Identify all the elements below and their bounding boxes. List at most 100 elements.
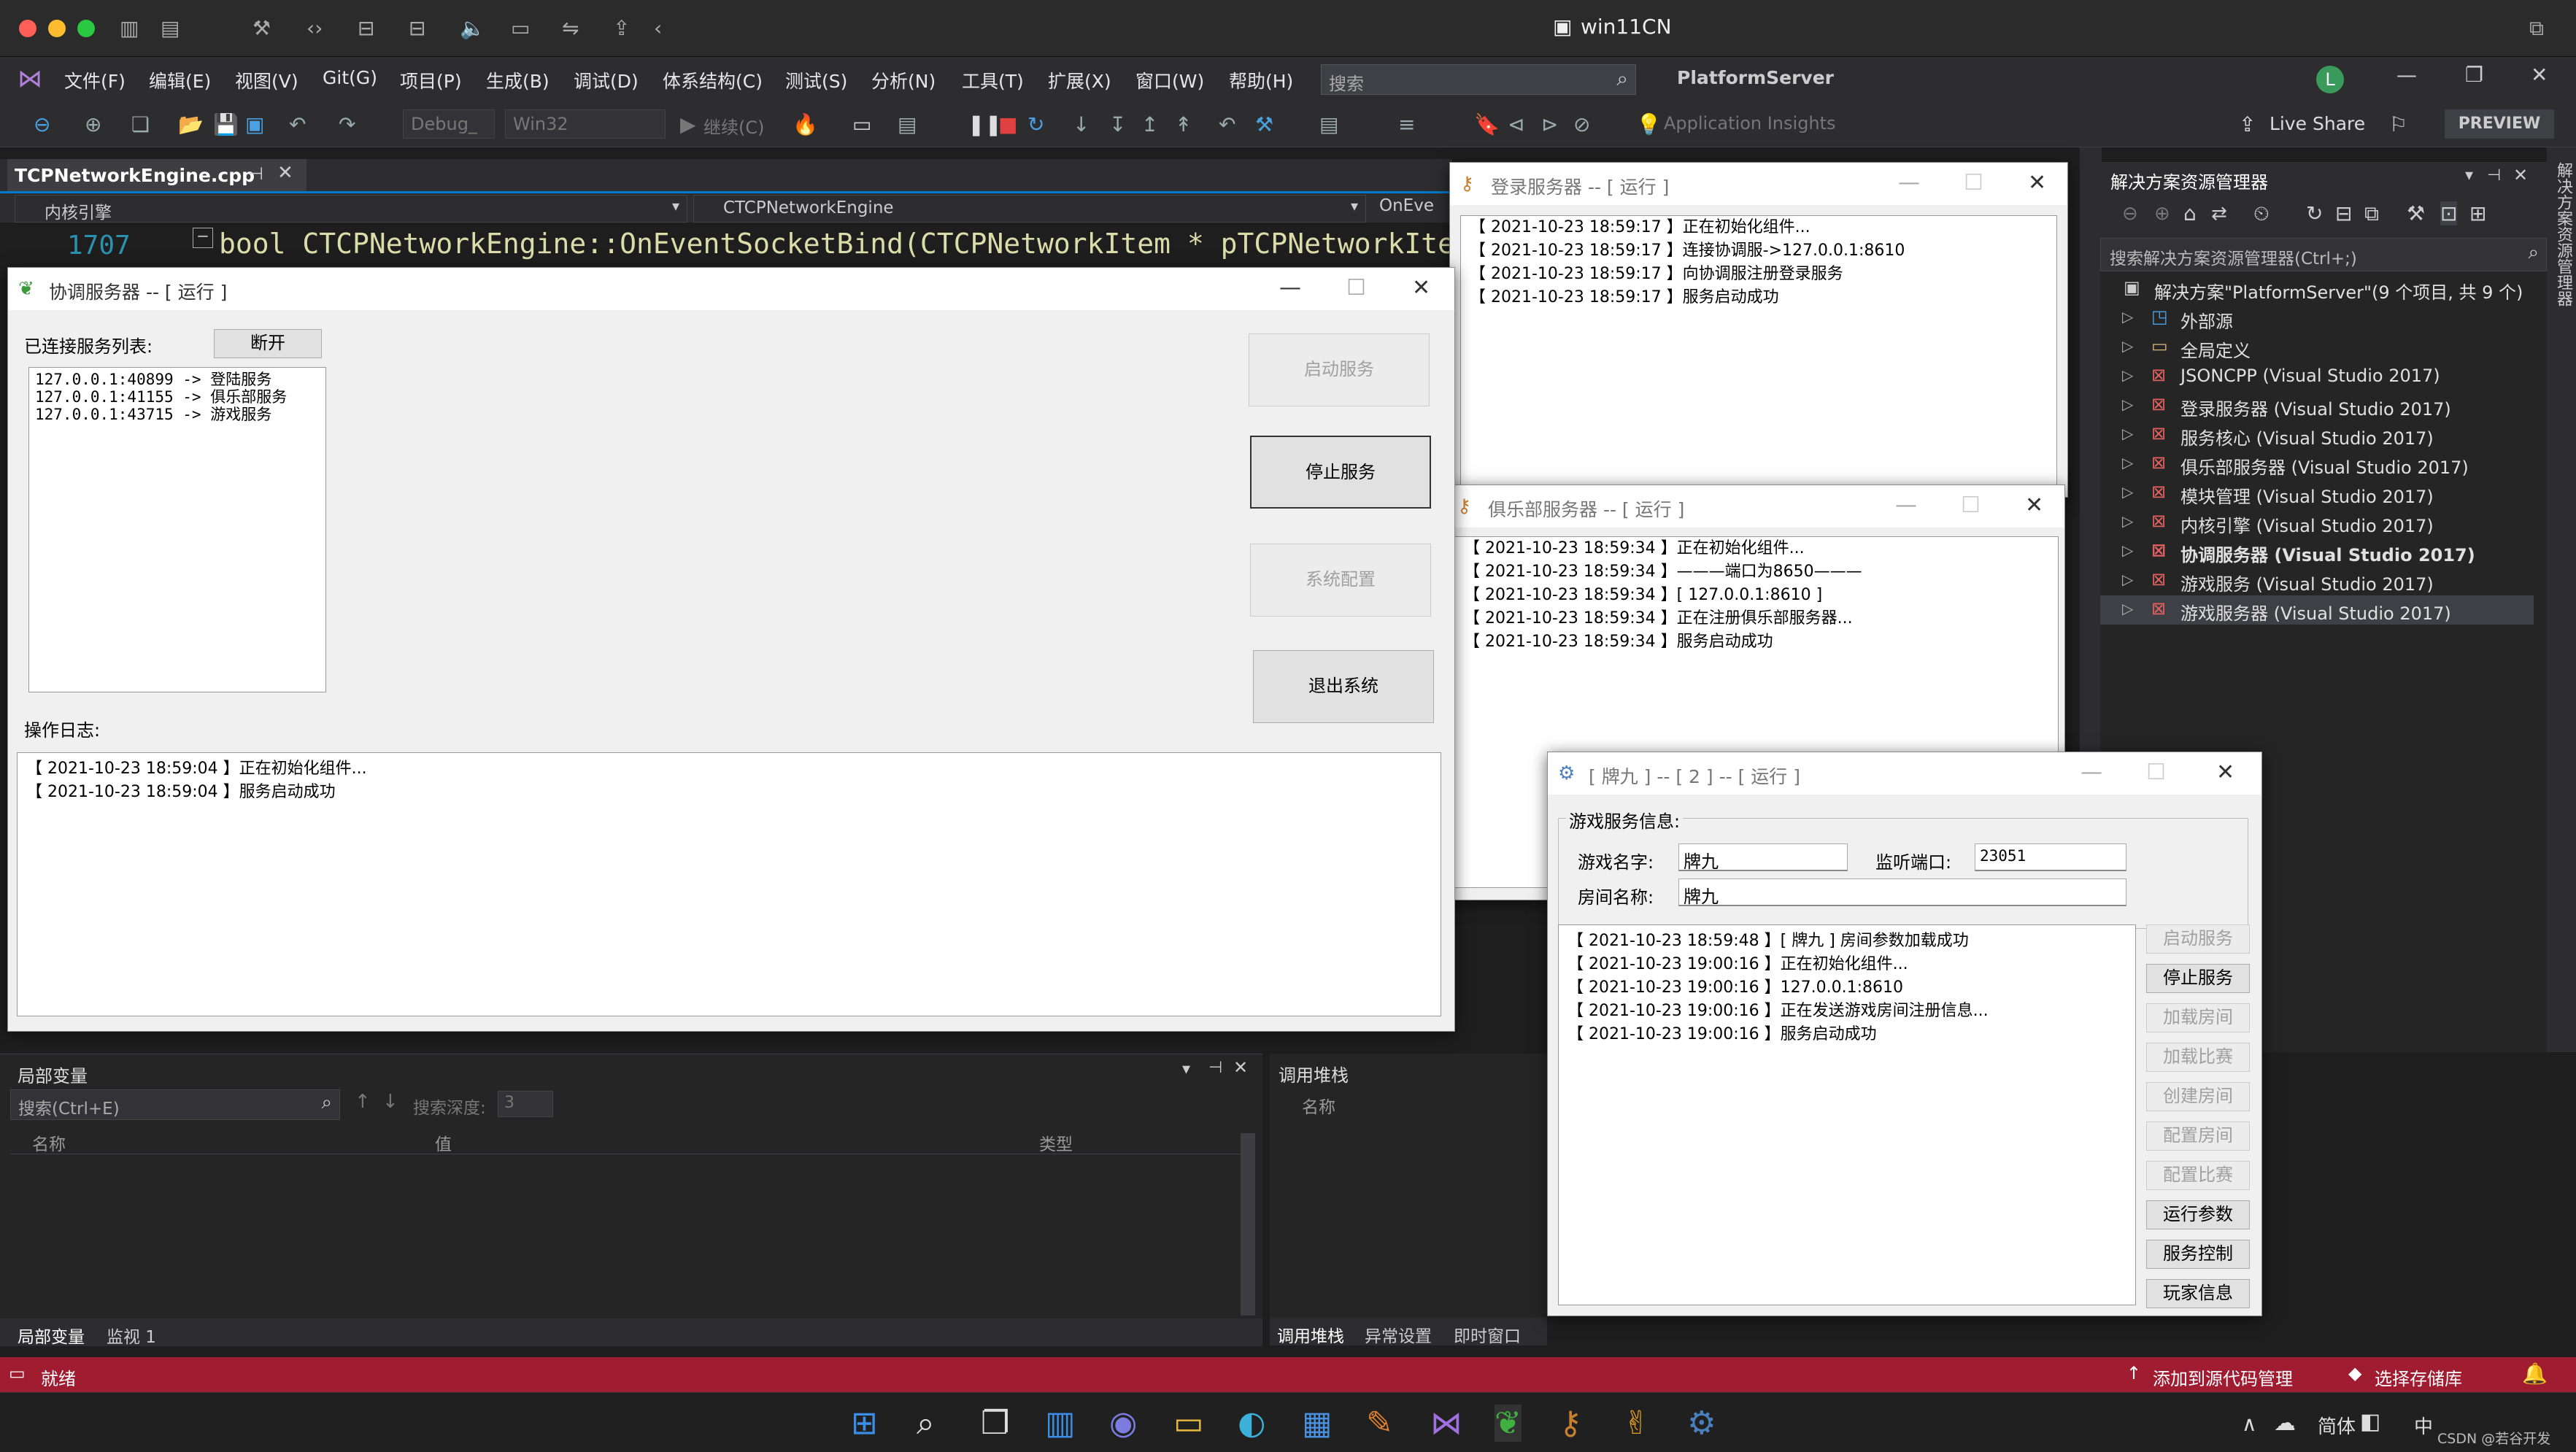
zoom-window-button[interactable] <box>77 20 95 37</box>
home-icon[interactable]: ⌂ <box>2183 201 2197 225</box>
tree-item[interactable]: ▷ ⊠ 内核引擎 (Visual Studio 2017) <box>2100 508 2538 537</box>
tree-item[interactable]: ▷ ⊠ JSONCPP (Visual Studio 2017) <box>2100 362 2538 391</box>
service-control-button[interactable]: 服务控制 <box>2146 1240 2250 1269</box>
tree-root[interactable]: ▣ 解决方案"PlatformServer"(9 个项目, 共 9 个) <box>2100 274 2538 304</box>
member-nav-label[interactable]: OnEve <box>1379 196 1434 215</box>
code-icon[interactable]: ‹› <box>306 16 323 40</box>
player-info-button[interactable]: 玩家信息 <box>2146 1279 2250 1308</box>
fullscreen-icon[interactable]: ⧉ <box>2529 16 2544 41</box>
drive-icon[interactable]: ⊟ <box>358 16 374 40</box>
start-icon[interactable]: ⊞ <box>851 1405 878 1442</box>
tree-item[interactable]: ▷ ◳ 外部源 <box>2100 304 2538 333</box>
login-server-task-icon[interactable]: ⚷ <box>1559 1405 1582 1442</box>
tab-immediate[interactable]: 即时窗口 <box>1454 1322 1521 1347</box>
menu-help[interactable]: 帮助(H) <box>1229 67 1293 93</box>
comment-icon[interactable]: ≡ <box>1398 112 1415 136</box>
expand-icon[interactable]: ▷ <box>2122 512 2133 530</box>
editor-tab[interactable]: TCPNetworkEngine.cpp ⊣ ✕ <box>7 159 306 191</box>
callstack-col-name[interactable]: 名称 <box>1302 1093 1335 1118</box>
bookmark-clear-icon[interactable]: ⊘ <box>1573 112 1590 136</box>
language-indicator[interactable]: 简体 <box>2318 1412 2356 1439</box>
store-icon[interactable]: ▦ <box>1302 1405 1333 1442</box>
pending-changes-icon[interactable]: ⏲ <box>2253 201 2270 226</box>
bookmark-icon[interactable]: 🔖 <box>1474 112 1500 136</box>
menu-analyze[interactable]: 分析(N) <box>871 67 936 93</box>
config-select[interactable]: Debug_ <box>403 109 495 139</box>
select-repo-button[interactable]: 选择存储库 <box>2375 1364 2462 1390</box>
col-type[interactable]: 类型 <box>1039 1130 1073 1155</box>
load-match-button[interactable]: 加载比赛 <box>2146 1043 2250 1072</box>
class-nav-dropdown[interactable]: CTCPNetworkEngine ▾ <box>693 195 1366 223</box>
forward-nav-icon[interactable]: ⊕ <box>85 112 101 136</box>
list-item[interactable]: 127.0.0.1:40899 -> 登陆服务 <box>35 371 325 388</box>
expand-icon[interactable]: ▷ <box>2122 337 2133 355</box>
back-nav-icon[interactable]: ⊖ <box>34 112 50 136</box>
new-project-icon[interactable]: ❏ <box>131 112 150 136</box>
printer-icon[interactable]: ⊟ <box>409 16 425 40</box>
notifications-icon[interactable]: 🔔 <box>2522 1362 2548 1386</box>
expand-icon[interactable]: ▷ <box>2122 600 2133 617</box>
close-icon[interactable]: ✕ <box>2216 760 2234 785</box>
col-name[interactable]: 名称 <box>32 1130 66 1155</box>
minimize-icon[interactable]: — <box>2396 63 2417 87</box>
file-explorer-icon[interactable]: ▭ <box>1173 1405 1204 1442</box>
menu-extensions[interactable]: 扩展(X) <box>1048 67 1111 93</box>
menu-architecture[interactable]: 体系结构(C) <box>663 67 763 93</box>
hot-reload-icon[interactable]: 🔥 <box>793 112 818 136</box>
restore-icon[interactable]: ❐ <box>2465 63 2483 87</box>
game-name-field[interactable]: 牌九 <box>1678 843 1848 872</box>
save-icon[interactable]: 💾 <box>213 112 239 136</box>
visual-studio-icon[interactable]: ⋈ <box>1430 1405 1462 1442</box>
menu-file[interactable]: 文件(F) <box>64 67 126 93</box>
chat-icon[interactable]: ◉ <box>1109 1405 1137 1442</box>
expand-icon[interactable]: ▷ <box>2122 425 2133 442</box>
minimize-icon[interactable]: — <box>1898 170 1920 196</box>
pause-icon[interactable]: ❚❚ <box>968 112 1002 136</box>
collapse-all-icon[interactable]: ⊟ <box>2335 201 2352 225</box>
tab-locals[interactable]: 局部变量 <box>18 1323 85 1348</box>
share-folder-icon[interactable]: ⇪ <box>613 16 630 40</box>
config-room-button[interactable]: 配置房间 <box>2146 1121 2250 1151</box>
tab-callstack[interactable]: 调用堆栈 <box>1277 1322 1344 1347</box>
pin-icon[interactable]: ⊣ <box>248 163 263 184</box>
feedback-icon[interactable]: ⚐ <box>2389 112 2407 136</box>
minimize-icon[interactable]: — <box>1895 493 1917 518</box>
menu-edit[interactable]: 编辑(E) <box>149 67 211 93</box>
usb-icon[interactable]: ⇋ <box>562 16 579 40</box>
chevron-down-icon[interactable]: ▾ <box>1182 1060 1190 1078</box>
tree-item[interactable]: ▷ ⊠ 俱乐部服务器 (Visual Studio 2017) <box>2100 449 2538 479</box>
tray-chevron-icon[interactable]: ∧ <box>2242 1412 2257 1436</box>
preview-icon[interactable]: ⊡ <box>2440 201 2458 225</box>
maximize-icon[interactable]: ☐ <box>2146 760 2166 785</box>
tree-item[interactable]: ▷ ⊠ 游戏服务 (Visual Studio 2017) <box>2100 566 2538 595</box>
play-icon[interactable]: ▶ <box>680 112 696 136</box>
tree-item[interactable]: ▷ ⊠ 登录服务器 (Visual Studio 2017) <box>2100 391 2538 420</box>
sidebar-icon[interactable]: ▥ <box>120 16 139 40</box>
live-share-button[interactable]: Live Share <box>2270 113 2365 134</box>
minimize-window-button[interactable] <box>48 20 66 37</box>
maximize-icon[interactable]: ☐ <box>1346 275 1366 301</box>
menu-debug[interactable]: 调试(D) <box>574 67 639 93</box>
step-out-icon[interactable]: ↥ <box>1141 112 1158 136</box>
close-icon[interactable]: ✕ <box>2028 170 2046 196</box>
tab-exception-settings[interactable]: 异常设置 <box>1365 1322 1432 1347</box>
search-depth-select[interactable]: 3 <box>498 1091 553 1117</box>
close-icon[interactable]: ✕ <box>2531 63 2548 87</box>
solution-search-box[interactable]: 搜索解决方案资源管理器(Ctrl+;) ⌕ <box>2100 238 2547 271</box>
onedrive-icon[interactable]: ☁ <box>2274 1410 2296 1436</box>
close-icon[interactable]: ✕ <box>2025 493 2043 518</box>
step-back-icon[interactable]: ↟ <box>1175 112 1192 136</box>
save-all-icon[interactable]: ▣ <box>245 112 264 136</box>
system-config-button[interactable]: 系统配置 <box>1250 544 1431 617</box>
minimize-icon[interactable]: — <box>1279 275 1301 301</box>
menu-project[interactable]: 项目(P) <box>400 67 462 93</box>
connected-service-list[interactable]: 127.0.0.1:40899 -> 登陆服务 127.0.0.1:41155 … <box>28 367 326 692</box>
add-source-control-button[interactable]: 添加到源代码管理 <box>2153 1364 2293 1390</box>
game-stop-button[interactable]: 停止服务 <box>2146 964 2250 993</box>
stop-service-button[interactable]: 停止服务 <box>1250 436 1431 509</box>
expand-icon[interactable]: ▷ <box>2122 308 2133 325</box>
class-view-icon[interactable]: ⊞ <box>2469 201 2486 225</box>
search-up-icon[interactable]: ↑ <box>355 1091 371 1113</box>
window-layout-icon[interactable]: ▤ <box>898 112 917 136</box>
close-tab-icon[interactable]: ✕ <box>277 162 293 184</box>
